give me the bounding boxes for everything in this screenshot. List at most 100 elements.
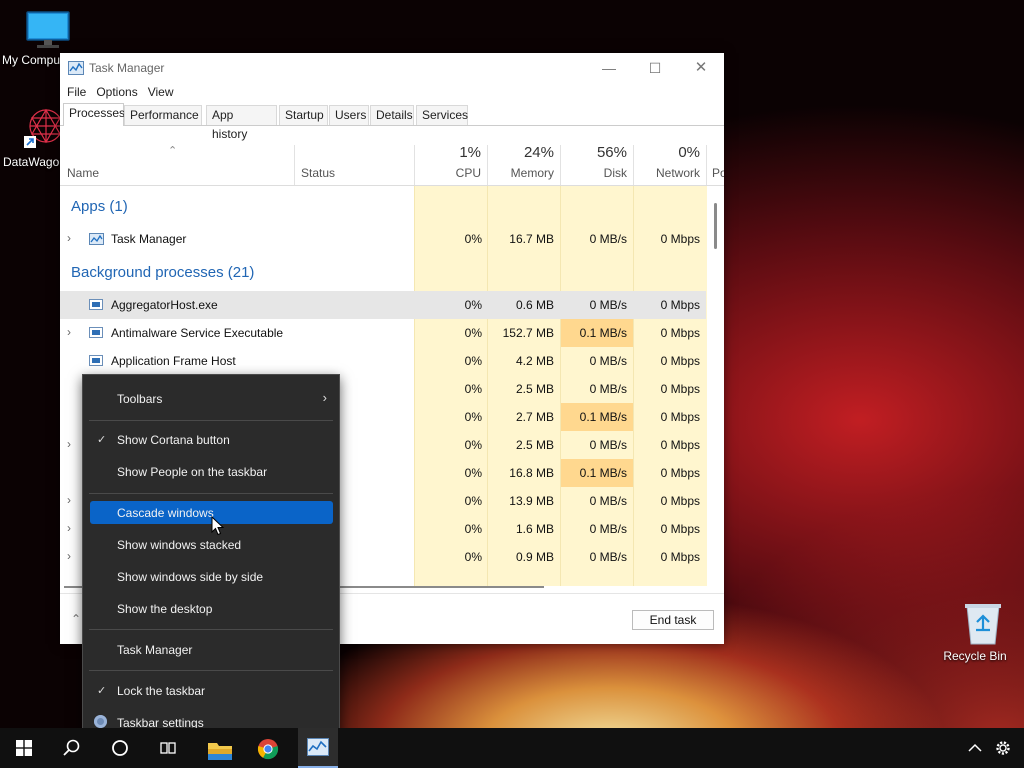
memory-value: 2.5 MB xyxy=(515,382,554,396)
network-value: 0 Mbps xyxy=(660,438,700,452)
tab-processes[interactable]: Processes xyxy=(63,103,125,126)
sort-ascending-icon: ⌃ xyxy=(168,145,178,157)
menu-item-show-windows-stacked[interactable]: Show windows stacked xyxy=(90,533,333,556)
tab-details[interactable]: Details xyxy=(370,105,414,125)
chrome-button[interactable] xyxy=(244,728,292,768)
column-disk[interactable]: Disk xyxy=(566,166,627,180)
cpu-value: 0% xyxy=(464,466,482,480)
menu-item-label: Toolbars xyxy=(117,392,163,406)
menu-bar: File Options View xyxy=(60,83,724,103)
title-bar[interactable]: Task Manager — ☐ ✕ xyxy=(60,53,724,83)
disk-value: 0.1 MB/s xyxy=(579,466,627,480)
cpu-value: 0% xyxy=(464,522,482,536)
network-value: 0 Mbps xyxy=(660,354,700,368)
process-name: Task Manager xyxy=(111,232,187,246)
settings-button[interactable] xyxy=(988,728,1018,768)
expand-chevron-icon[interactable]: › xyxy=(67,325,71,339)
maximize-icon: ☐ xyxy=(648,60,662,76)
desktop-icon-label: Recycle Bin xyxy=(943,649,1007,663)
table-row[interactable]: › Antimalware Service Executable 0% 152.… xyxy=(60,319,706,347)
cpu-value: 0% xyxy=(464,232,482,246)
taskbar-context-menu: Toolbars › ✓ Show Cortana button Show Pe… xyxy=(82,374,340,746)
menu-file[interactable]: File xyxy=(63,83,90,99)
task-manager-taskbar-button[interactable] xyxy=(298,728,338,768)
disk-value: 0 MB/s xyxy=(589,522,627,536)
minimize-button[interactable]: — xyxy=(586,53,632,83)
maximize-button[interactable]: ☐ xyxy=(632,53,678,83)
expand-chevron-icon[interactable]: › xyxy=(67,437,71,451)
disk-value: 0 MB/s xyxy=(589,298,627,312)
gear-icon xyxy=(996,741,1010,755)
cpu-value: 0% xyxy=(464,382,482,396)
task-manager-app-icon xyxy=(68,61,84,75)
window-title: Task Manager xyxy=(89,61,165,75)
file-explorer-button[interactable] xyxy=(196,728,244,768)
cpu-value: 0% xyxy=(464,326,482,340)
tab-app-history[interactable]: App history xyxy=(206,105,277,141)
cpu-percent: 1% xyxy=(459,144,481,161)
memory-value: 16.8 MB xyxy=(509,466,554,480)
process-icon xyxy=(89,355,103,366)
tab-bar: Processes Performance App history Startu… xyxy=(60,103,724,141)
column-memory[interactable]: Memory xyxy=(493,166,554,180)
cpu-value: 0% xyxy=(464,354,482,368)
show-hidden-icons-button[interactable] xyxy=(958,728,992,768)
cortana-button[interactable] xyxy=(96,728,144,768)
tab-performance[interactable]: Performance xyxy=(124,105,202,125)
column-power[interactable]: Po xyxy=(712,166,724,180)
menu-options[interactable]: Options xyxy=(92,83,141,99)
menu-item-lock-taskbar[interactable]: ✓ Lock the taskbar xyxy=(90,679,333,702)
table-row[interactable]: Application Frame Host 0% 4.2 MB 0 MB/s … xyxy=(60,347,706,375)
menu-item-task-manager[interactable]: Task Manager xyxy=(90,638,333,661)
menu-item-show-people[interactable]: Show People on the taskbar xyxy=(90,460,333,483)
column-divider xyxy=(706,145,707,185)
process-name: Application Frame Host xyxy=(111,354,236,368)
end-task-button[interactable]: End task xyxy=(632,610,714,630)
gear-icon xyxy=(94,715,107,728)
menu-item-label: Lock the taskbar xyxy=(117,684,206,698)
menu-item-label: Show windows side by side xyxy=(117,570,264,584)
vertical-scrollbar-thumb[interactable] xyxy=(714,203,717,249)
start-button[interactable] xyxy=(0,728,48,768)
expand-chevron-icon[interactable]: › xyxy=(67,521,71,535)
table-row[interactable]: AggregatorHost.exe 0% 0.6 MB 0 MB/s 0 Mb… xyxy=(60,291,706,319)
menu-separator xyxy=(89,420,333,421)
network-value: 0 Mbps xyxy=(660,466,700,480)
close-button[interactable]: ✕ xyxy=(678,53,724,83)
network-value: 0 Mbps xyxy=(660,410,700,424)
menu-item-label: Show windows stacked xyxy=(117,538,242,552)
network-value: 0 Mbps xyxy=(660,232,700,246)
tab-services[interactable]: Services xyxy=(416,105,468,125)
search-icon xyxy=(63,739,80,756)
task-manager-app-icon xyxy=(307,738,329,756)
menu-item-show-desktop[interactable]: Show the desktop xyxy=(90,597,333,620)
menu-separator xyxy=(89,670,333,671)
menu-item-toolbars[interactable]: Toolbars › xyxy=(90,387,333,410)
task-view-button[interactable] xyxy=(144,728,192,768)
checkmark-icon: ✓ xyxy=(97,434,107,446)
menu-item-label: Show People on the taskbar xyxy=(117,465,268,479)
table-row[interactable]: › Task Manager 0% 16.7 MB 0 MB/s 0 Mbps xyxy=(60,225,706,253)
network-value: 0 Mbps xyxy=(660,326,700,340)
menu-item-label: Show the desktop xyxy=(117,602,213,616)
expand-chevron-icon[interactable]: › xyxy=(67,231,71,245)
disk-value: 0 MB/s xyxy=(589,354,627,368)
menu-item-show-windows-side-by-side[interactable]: Show windows side by side xyxy=(90,565,333,588)
chevron-up-icon[interactable]: ⌃ xyxy=(71,612,81,626)
tab-users[interactable]: Users xyxy=(329,105,369,125)
tab-startup[interactable]: Startup xyxy=(279,105,328,125)
column-name[interactable]: Name xyxy=(67,166,99,180)
network-value: 0 Mbps xyxy=(660,522,700,536)
search-button[interactable] xyxy=(48,728,96,768)
memory-value: 16.7 MB xyxy=(509,232,554,246)
column-status[interactable]: Status xyxy=(301,166,335,180)
menu-view[interactable]: View xyxy=(144,83,178,99)
memory-percent: 24% xyxy=(523,144,554,161)
column-cpu[interactable]: CPU xyxy=(420,166,481,180)
expand-chevron-icon[interactable]: › xyxy=(67,493,71,507)
column-network[interactable]: Network xyxy=(639,166,700,180)
column-divider xyxy=(487,145,488,185)
desktop-icon-recycle-bin[interactable]: Recycle Bin xyxy=(940,600,1010,663)
expand-chevron-icon[interactable]: › xyxy=(67,549,71,563)
menu-item-show-cortana[interactable]: ✓ Show Cortana button xyxy=(90,428,333,451)
